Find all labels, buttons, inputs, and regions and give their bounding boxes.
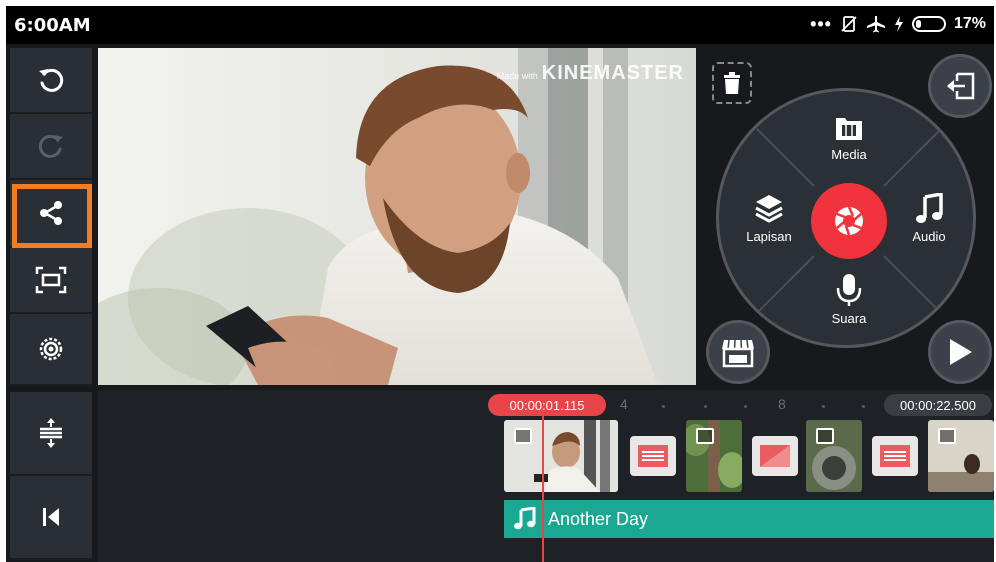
play-icon [950,339,972,365]
voice-button[interactable]: Suara [809,273,889,326]
transition-button[interactable] [752,436,798,476]
status-time: 6:00AM [14,15,91,36]
image-clip[interactable] [806,420,862,492]
asset-store-button[interactable] [706,320,770,384]
music-note-icon [514,507,536,530]
ruler-tick [704,405,707,408]
transition-button[interactable] [872,436,918,476]
no-sim-icon [841,16,857,32]
ruler-tick [744,405,747,408]
jump-to-start-button[interactable] [10,476,92,560]
layers-icon [755,195,783,223]
battery-percent: 17% [953,15,986,32]
clip-thumbnail [806,420,862,492]
fullscreen-button[interactable] [10,248,92,314]
transition-icon [760,445,790,467]
transition-button[interactable] [630,436,676,476]
image-clip[interactable] [686,420,742,492]
image-clip-icon [816,428,834,444]
clip-thumbnail [686,420,742,492]
media-button[interactable]: Media [809,113,889,162]
ruler-tick [662,405,665,408]
status-bar: 6:00AM ••• 17% [6,6,994,44]
media-label: Media [831,147,867,162]
image-clip-icon [514,428,532,444]
ruler-tick [862,405,865,408]
preview-image [98,48,696,385]
layer-label: Lapisan [746,229,792,244]
media-folder-icon [836,118,862,140]
more-dots-icon: ••• [810,14,832,34]
watermark: Made with KINEMASTER [496,62,684,84]
music-note-icon [916,193,943,223]
charging-icon [894,16,903,32]
expand-vertical-icon [40,418,62,448]
share-highlight-frame [12,184,92,248]
redo-button[interactable] [10,114,92,180]
gear-icon [39,337,63,361]
ruler-label: 8 [778,396,786,412]
app-screen: 6:00AM ••• 17% Made with KINEMASTER Medi… [6,6,994,562]
settings-button[interactable] [10,314,92,386]
expand-timeline-button[interactable] [10,392,92,476]
video-clip[interactable] [504,420,618,492]
image-clip-icon [938,428,956,444]
playhead[interactable] [542,410,544,562]
audio-label: Audio [912,229,946,244]
ruler-label: 4 [620,396,628,412]
transition-icon [638,445,668,467]
media-wheel: Media Lapisan Audio Suara [716,88,976,348]
undo-button[interactable] [10,48,92,114]
audio-button[interactable]: Audio [889,193,969,244]
camera-shutter-icon [835,206,863,236]
video-preview[interactable]: Made with KINEMASTER [98,48,696,385]
redo-icon [38,134,63,158]
undo-icon [39,68,64,92]
fullscreen-icon [35,266,67,294]
total-time-badge: 00:00:22.500 [884,394,992,416]
layer-button[interactable]: Lapisan [729,193,809,244]
play-button[interactable] [928,320,992,384]
image-clip[interactable] [928,420,994,492]
microphone-icon [836,274,862,306]
audio-track-title: Another Day [548,508,649,529]
airplane-icon [866,16,885,33]
record-button[interactable] [811,183,887,259]
current-time-badge: 00:00:01.115 [488,394,606,416]
ruler-tick [822,405,825,408]
battery-icon [911,16,946,32]
watermark-brand: KINEMASTER [541,62,684,84]
store-icon [722,339,754,368]
voice-label: Suara [831,311,867,326]
skip-to-start-icon [43,508,59,526]
transition-icon [880,445,910,467]
audio-track[interactable]: Another Day [504,500,994,538]
image-clip-icon [696,428,714,444]
